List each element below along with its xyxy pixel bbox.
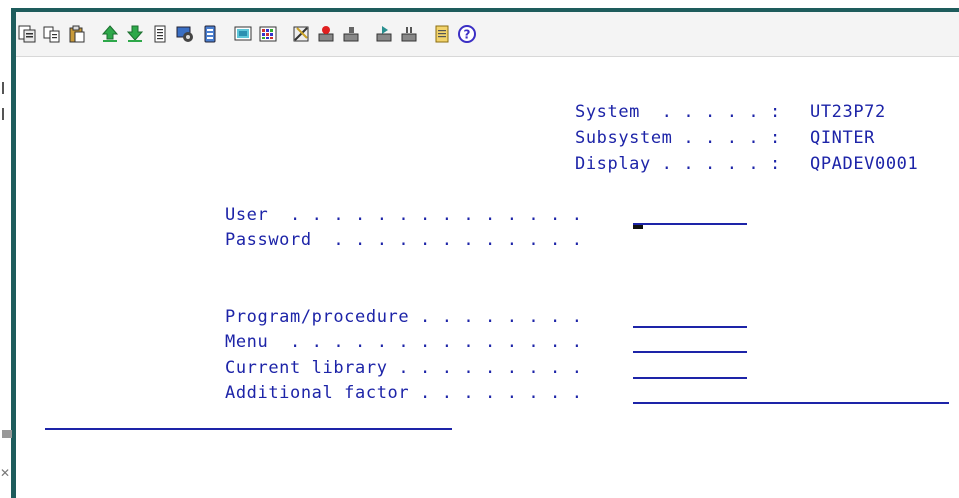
subsystem-value: QINTER [810, 128, 876, 148]
close-icon[interactable]: ✕ [0, 466, 10, 480]
grid-icon[interactable] [257, 23, 279, 45]
display-label: Display . . . . . : [575, 154, 781, 174]
play-macro-icon[interactable] [373, 23, 395, 45]
notes-icon[interactable] [431, 23, 453, 45]
receive-file-icon[interactable] [124, 23, 146, 45]
password-label: Password . . . . . . . . . . . . [225, 230, 583, 250]
keypad-icon[interactable] [199, 23, 221, 45]
terminal-screen[interactable]: System . . . . . : UT23P72 Subsystem . .… [16, 57, 959, 498]
send-file-icon[interactable] [99, 23, 121, 45]
system-label: System . . . . . : [575, 102, 781, 122]
message-line-field[interactable] [45, 428, 452, 430]
menu-field[interactable] [633, 351, 747, 353]
display-value: QPADEV0001 [810, 154, 919, 174]
print-icon[interactable] [149, 23, 171, 45]
help-icon[interactable]: ? [456, 23, 478, 45]
paste-icon[interactable] [66, 23, 88, 45]
library-field[interactable] [633, 377, 747, 379]
program-field[interactable] [633, 326, 747, 328]
copy-icon[interactable] [41, 23, 63, 45]
text-cursor [633, 225, 643, 229]
subsystem-label: Subsystem . . . . : [575, 128, 781, 148]
edge-marker [2, 82, 4, 94]
settings-icon[interactable] [174, 23, 196, 45]
stop-macro-icon[interactable] [340, 23, 362, 45]
toolbar: ? [16, 12, 959, 57]
macro-icon[interactable] [290, 23, 312, 45]
pause-macro-icon[interactable] [398, 23, 420, 45]
additional-factor-field[interactable] [633, 402, 949, 404]
edge-marker [2, 108, 4, 120]
edge-marker [2, 430, 12, 438]
user-field[interactable] [633, 223, 747, 225]
display-icon[interactable] [232, 23, 254, 45]
record-macro-icon[interactable] [315, 23, 337, 45]
library-label: Current library . . . . . . . . . [225, 358, 583, 378]
system-value: UT23P72 [810, 102, 886, 122]
copy-screen-icon[interactable] [16, 23, 38, 45]
menu-label: Menu . . . . . . . . . . . . . . [225, 332, 583, 352]
factor-label: Additional factor . . . . . . . . [225, 383, 583, 403]
user-label: User . . . . . . . . . . . . . . [225, 205, 583, 225]
program-label: Program/procedure . . . . . . . . [225, 307, 583, 327]
svg-text:?: ? [464, 28, 471, 42]
